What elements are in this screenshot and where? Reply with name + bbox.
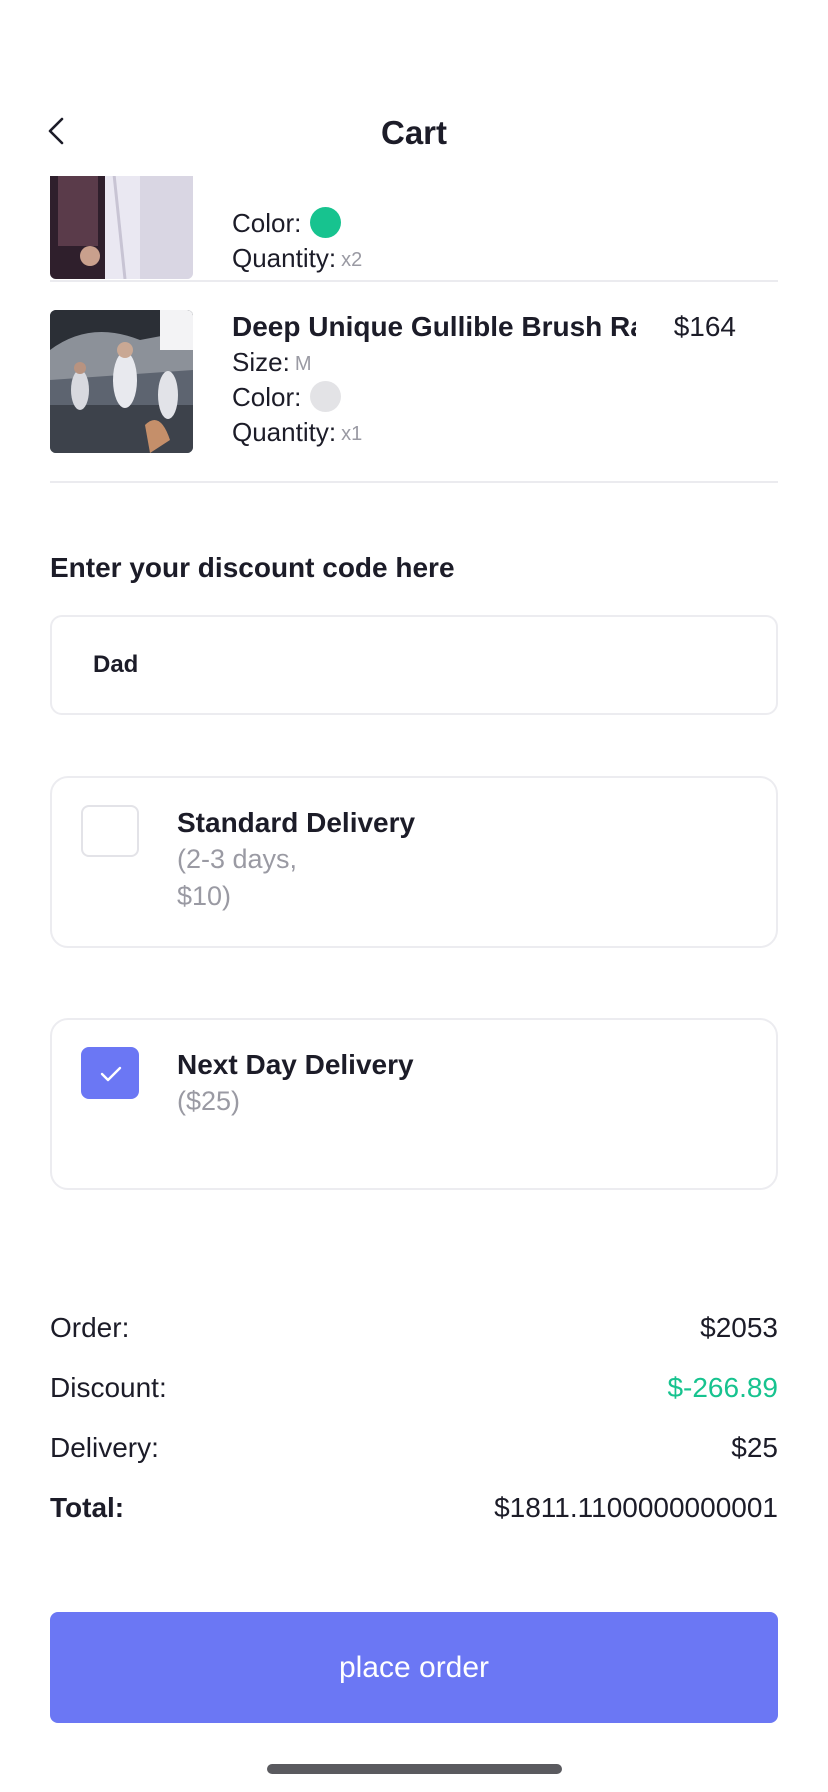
discount-heading: Enter your discount code here — [50, 552, 455, 583]
place-order-button[interactable]: place order — [50, 1612, 778, 1723]
cart-item[interactable]: Color: Quantity: x2 — [50, 176, 778, 279]
size-label: Size: — [232, 346, 290, 377]
color-swatch — [310, 381, 342, 412]
delivery-label: Delivery: — [50, 1432, 159, 1463]
quantity-label: Quantity: — [232, 416, 337, 447]
discount-code-field[interactable] — [50, 615, 778, 715]
product-image — [50, 176, 193, 279]
color-label: Color: — [232, 207, 302, 238]
delivery-option-next-day[interactable]: Next Day Delivery ($25) — [50, 1018, 778, 1190]
color-row: Color: — [232, 205, 652, 240]
summary-discount: Discount: $-266.89 — [50, 1368, 778, 1408]
divider — [50, 481, 778, 483]
order-value: $2053 — [700, 1312, 778, 1343]
home-indicator[interactable] — [267, 1764, 562, 1774]
header: Cart — [0, 96, 828, 168]
item-price: $164 — [673, 311, 736, 342]
quantity-label: Quantity: — [232, 242, 337, 273]
color-label: Color: — [232, 381, 302, 412]
summary-total: Total: $1811.1100000000001 — [50, 1488, 778, 1528]
quantity-value: x2 — [341, 248, 363, 271]
delivery-detail: ($25) — [177, 1086, 241, 1116]
standard-delivery-checkbox[interactable] — [81, 805, 139, 857]
quantity-row: Quantity: x2 — [232, 240, 652, 275]
page-title: Cart — [380, 114, 448, 151]
cart-item-list[interactable]: Color: Quantity: x2 Deep Unique Gullible… — [0, 176, 828, 484]
discount-value: $-266.89 — [667, 1372, 778, 1403]
delivery-title: Next Day Delivery — [177, 1049, 414, 1080]
delivery-option-standard[interactable]: Standard Delivery (2-3 days, $10) — [50, 776, 778, 948]
item-name: Deep Unique Gullible Brush Raw — [232, 311, 636, 342]
size-row: Size: M — [232, 344, 652, 379]
color-row: Color: — [232, 379, 652, 414]
checkmark-icon — [100, 1066, 122, 1082]
quantity-row: Quantity: x1 — [232, 414, 652, 449]
discount-label: Discount: — [50, 1372, 167, 1403]
discount-code-input[interactable] — [52, 617, 776, 713]
total-label: Total: — [50, 1492, 125, 1523]
order-label: Order: — [50, 1312, 130, 1343]
size-value: M — [294, 352, 312, 375]
delivery-detail: (2-3 days, — [177, 844, 298, 874]
quantity-value: x1 — [341, 422, 363, 445]
next-day-delivery-checkbox[interactable] — [81, 1047, 139, 1099]
delivery-value: $25 — [731, 1432, 778, 1463]
product-image — [50, 310, 193, 453]
summary-delivery: Delivery: $25 — [50, 1428, 778, 1468]
cart-item[interactable]: Deep Unique Gullible Brush Raw Size: M C… — [50, 310, 778, 453]
delivery-detail: $10) — [177, 881, 232, 911]
color-swatch — [310, 207, 342, 238]
summary-order: Order: $2053 — [50, 1308, 778, 1348]
total-value: $1811.1100000000001 — [494, 1492, 778, 1523]
divider — [50, 280, 778, 282]
delivery-title: Standard Delivery — [177, 807, 416, 838]
